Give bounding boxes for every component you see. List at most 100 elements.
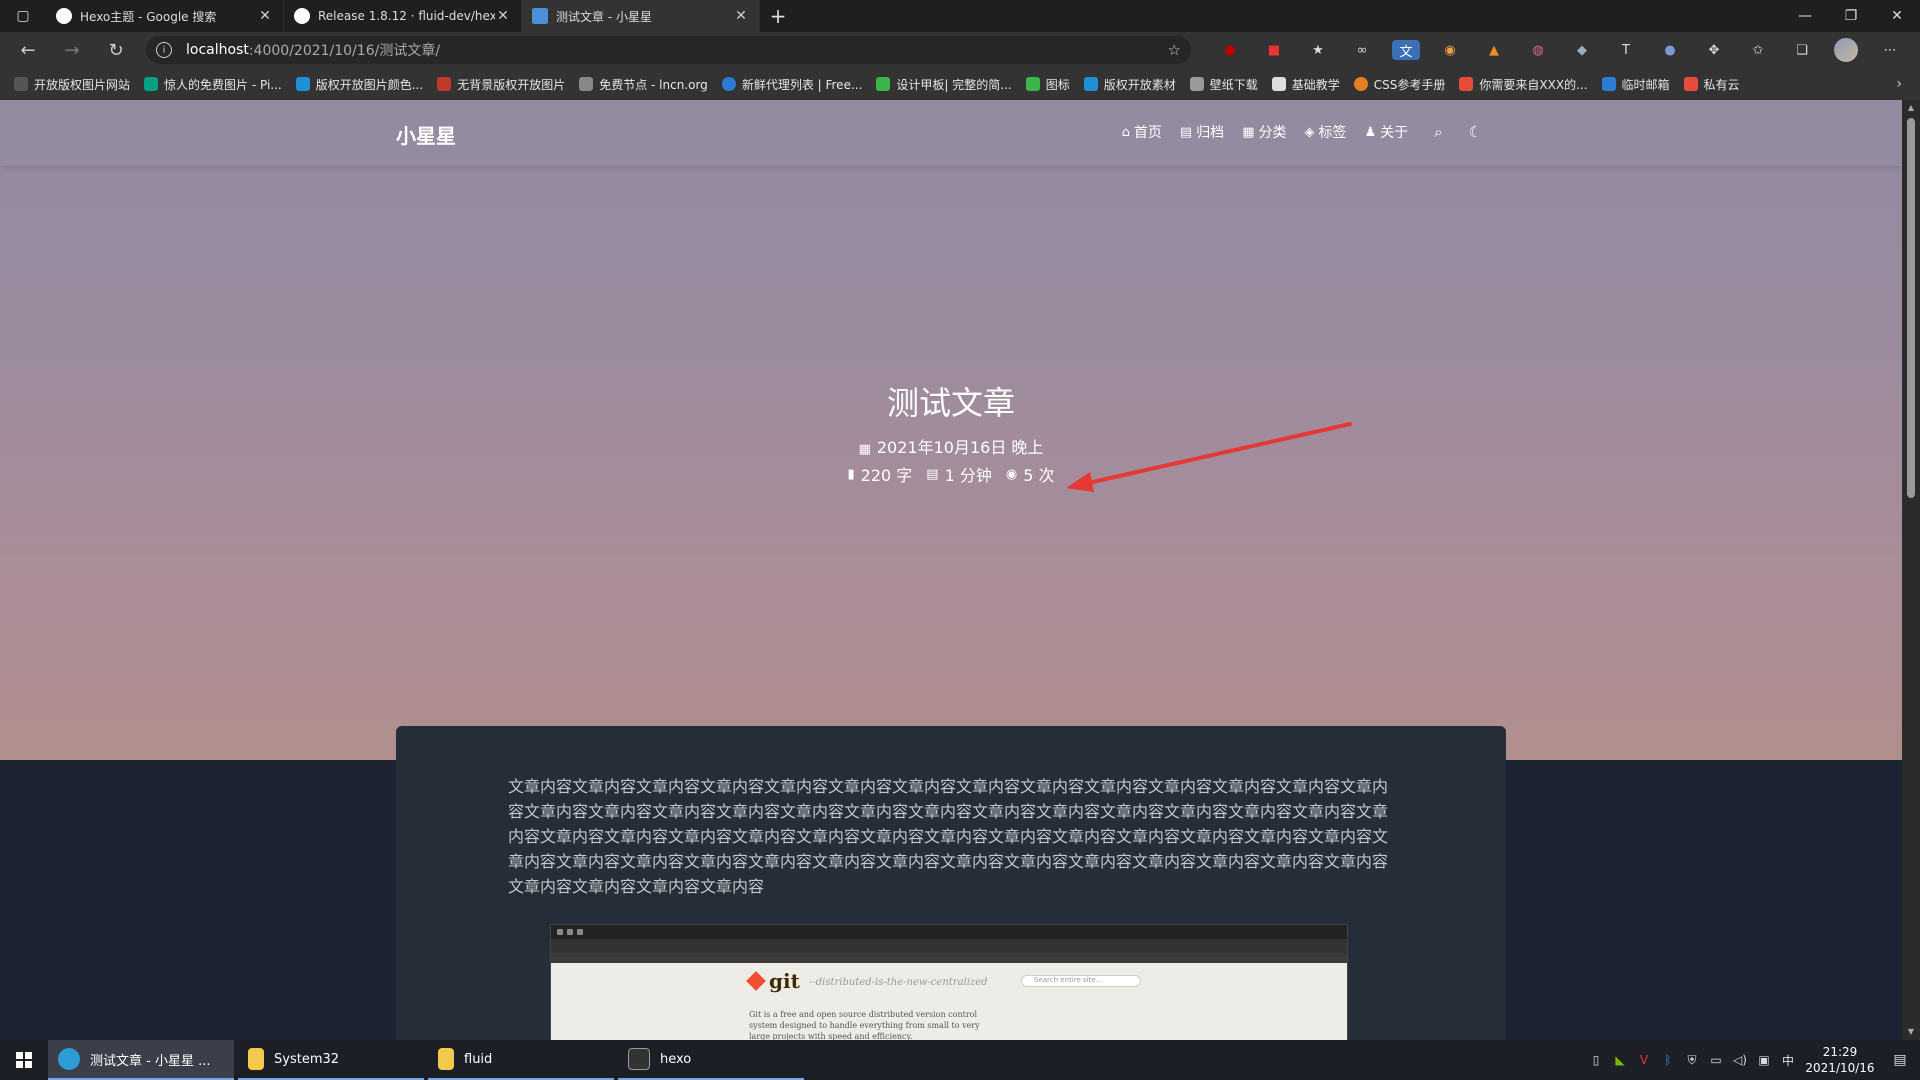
- bookmark-item[interactable]: CSS参考手册: [1353, 76, 1446, 93]
- usb-icon[interactable]: ▯: [1584, 1053, 1608, 1067]
- tampermonkey-icon[interactable]: ◉: [1436, 40, 1464, 60]
- menu-item-archive[interactable]: ▤ 归档: [1180, 122, 1224, 142]
- notification-icon[interactable]: ▤: [1880, 1052, 1920, 1068]
- clock-icon: ▤: [926, 466, 939, 482]
- bookmarks-bar: 开放版权图片网站 惊人的免费图片 - Pi... 版权开放图片颜色... 无背景…: [0, 68, 1920, 100]
- scroll-down-icon[interactable]: ▼: [1902, 1024, 1920, 1040]
- add-favorite-icon[interactable]: ☆: [1168, 41, 1181, 59]
- tab-github-release[interactable]: Release 1.8.12 · fluid-dev/hexo-t ✕: [284, 0, 522, 32]
- bookmark-item[interactable]: 免费节点 - lncn.org: [579, 76, 708, 93]
- extensions-icon[interactable]: ✥: [1700, 40, 1728, 60]
- new-tab-button[interactable]: +: [760, 0, 796, 32]
- tags-icon: ◈: [1304, 124, 1315, 140]
- ublock-icon[interactable]: ●: [1216, 40, 1244, 60]
- tab-google-search[interactable]: Hexo主题 - Google 搜索 ✕: [46, 0, 284, 32]
- taskbar-item-edge[interactable]: 测试文章 - 小星星 ...: [48, 1040, 234, 1080]
- profile-avatar[interactable]: [1834, 38, 1858, 62]
- browser-toolbar: ← → ↻ i localhost:4000/2021/10/16/测试文章/ …: [0, 32, 1920, 68]
- more-menu-icon[interactable]: ⋯: [1876, 40, 1904, 60]
- bookmark-item[interactable]: 版权开放图片颜色...: [295, 76, 423, 93]
- bookmark-label: 惊人的免费图片 - Pi...: [164, 77, 282, 92]
- reload-icon[interactable]: ↻: [94, 32, 138, 68]
- menu-item-tags[interactable]: ◈ 标签: [1304, 122, 1346, 142]
- site-favicon-icon: [532, 8, 548, 24]
- ime-indicator[interactable]: 中: [1776, 1052, 1800, 1069]
- bookmark-label: 免费节点 - lncn.org: [599, 77, 708, 92]
- taskbar-item-system32[interactable]: System32: [238, 1040, 424, 1080]
- close-icon[interactable]: ✕: [495, 8, 511, 24]
- translate-icon[interactable]: 文: [1392, 40, 1420, 60]
- close-icon[interactable]: ✕: [257, 8, 273, 24]
- info-icon[interactable]: i: [156, 42, 172, 58]
- shield-icon[interactable]: ◆: [1568, 40, 1596, 60]
- bookmark-item[interactable]: 设计甲板| 完整的简...: [876, 76, 1012, 93]
- bookmark-label: 图标: [1045, 77, 1070, 92]
- star-extension-icon[interactable]: ★: [1304, 40, 1332, 60]
- scroll-up-icon[interactable]: ▲: [1902, 100, 1920, 116]
- bookmark-item[interactable]: 你需要来自XXX的...: [1459, 76, 1588, 93]
- clock-date: 2021/10/16: [1805, 1061, 1875, 1075]
- bookmark-label: CSS参考手册: [1373, 77, 1446, 92]
- post-date: 2021年10月16日 晚上: [876, 438, 1044, 457]
- favorites-icon[interactable]: ✩: [1744, 40, 1772, 60]
- menu-item-categories[interactable]: ▦ 分类: [1242, 122, 1286, 142]
- task-label: System32: [274, 1051, 340, 1067]
- bluetooth-icon[interactable]: ᛒ: [1656, 1053, 1680, 1067]
- forward-icon[interactable]: →: [50, 32, 94, 68]
- bookmark-item[interactable]: 私有云: [1683, 76, 1740, 93]
- minimize-icon[interactable]: —: [1782, 0, 1828, 32]
- eye-icon: ◉: [1005, 466, 1018, 482]
- bookmark-item[interactable]: 壁纸下载: [1189, 76, 1258, 93]
- bookmark-label: 基础教学: [1291, 77, 1340, 92]
- bookmark-item[interactable]: 惊人的免费图片 - Pi...: [144, 76, 282, 93]
- address-bar[interactable]: i localhost:4000/2021/10/16/测试文章/ ☆: [146, 36, 1191, 64]
- close-icon[interactable]: ✕: [733, 8, 749, 24]
- bookmark-label: 私有云: [1703, 77, 1740, 92]
- text-extension-icon[interactable]: T: [1612, 40, 1640, 60]
- tab-actions-icon[interactable]: ▢: [0, 0, 46, 32]
- bookmark-item[interactable]: 版权开放素材: [1083, 76, 1176, 93]
- search-icon[interactable]: ⌕: [1434, 123, 1442, 141]
- v2ray-icon[interactable]: V: [1632, 1053, 1656, 1067]
- taskbar-item-hexo[interactable]: hexo: [618, 1040, 804, 1080]
- security-icon[interactable]: ⛨: [1680, 1053, 1704, 1068]
- bookmark-item[interactable]: 开放版权图片网站: [14, 76, 130, 93]
- dark-mode-icon[interactable]: ☾: [1469, 123, 1482, 141]
- url-host: localhost: [186, 42, 249, 58]
- chevron-right-icon[interactable]: ›: [1896, 76, 1902, 92]
- bookmark-icon: [1353, 77, 1368, 91]
- edge-icon: [58, 1048, 80, 1070]
- taskbar-item-fluid[interactable]: fluid: [428, 1040, 614, 1080]
- bookmark-icon: [1189, 77, 1204, 91]
- browser-tab-bar: ▢ Hexo主题 - Google 搜索 ✕ Release 1.8.12 · …: [0, 0, 1920, 32]
- metamask-icon[interactable]: ▲: [1480, 40, 1508, 60]
- close-window-icon[interactable]: ✕: [1874, 0, 1920, 32]
- menu-item-about[interactable]: ♟ 关于: [1364, 122, 1408, 142]
- bookmark-icon: [295, 77, 310, 91]
- bookmark-item[interactable]: 基础教学: [1271, 76, 1340, 93]
- k-extension-icon[interactable]: ●: [1656, 40, 1684, 60]
- tab-test-article[interactable]: 测试文章 - 小星星 ✕: [522, 0, 760, 32]
- read-time: ▤ 1 分钟: [926, 462, 992, 486]
- bookmark-icon: [14, 77, 28, 91]
- clock[interactable]: 21:29 2021/10/16: [1800, 1044, 1880, 1076]
- network-icon[interactable]: ▣: [1752, 1053, 1776, 1067]
- bookmark-item[interactable]: 无背景版权开放图片: [437, 76, 565, 93]
- bookmark-item[interactable]: 新鲜代理列表 | Free...: [721, 76, 862, 93]
- bookmark-item[interactable]: 临时邮箱: [1601, 76, 1670, 93]
- site-brand[interactable]: 小星星: [396, 120, 456, 149]
- cat-extension-icon[interactable]: ◍: [1524, 40, 1552, 60]
- scroll-thumb[interactable]: [1907, 118, 1915, 498]
- red-extension-icon[interactable]: ■: [1260, 40, 1288, 60]
- bookmark-item[interactable]: 图标: [1025, 76, 1070, 93]
- volume-icon[interactable]: ◁): [1728, 1053, 1752, 1067]
- infinity-icon[interactable]: ∞: [1348, 40, 1376, 60]
- nvidia-icon[interactable]: ◣: [1608, 1053, 1632, 1067]
- page-scrollbar[interactable]: ▲ ▼: [1902, 100, 1920, 1040]
- collections-icon[interactable]: ❏: [1788, 40, 1816, 60]
- restore-icon[interactable]: ❐: [1828, 0, 1874, 32]
- windows-start-icon[interactable]: [0, 1040, 48, 1080]
- back-icon[interactable]: ←: [6, 32, 50, 68]
- battery-icon[interactable]: ▭: [1704, 1053, 1728, 1067]
- menu-item-home[interactable]: ⌂ 首页: [1122, 122, 1162, 142]
